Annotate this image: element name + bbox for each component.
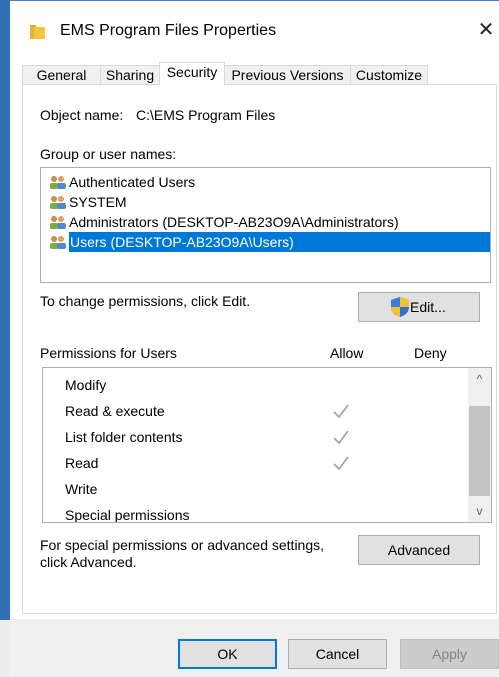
uac-shield-icon (391, 297, 409, 317)
scroll-down-icon[interactable]: v (468, 500, 491, 522)
user-name: Authenticated Users (69, 174, 196, 190)
list-item-administrators[interactable]: Administrators (DESKTOP-AB23O9A\Administ… (45, 212, 490, 232)
permission-row-read: Read (43, 452, 470, 478)
group-user-list[interactable]: Authenticated Users SYSTEM Administrator… (40, 167, 491, 283)
object-name-label: Object name: (40, 107, 124, 123)
background-window-accent (0, 0, 10, 620)
edit-button[interactable]: Edit... (358, 292, 480, 322)
list-item-authenticated-users[interactable]: Authenticated Users (45, 172, 490, 192)
folder-icon (30, 25, 45, 39)
permission-row-special-permissions: Special permissions (43, 504, 470, 523)
group-names-label: Group or user names: (40, 146, 177, 162)
tab-sharing[interactable]: Sharing (100, 65, 160, 84)
users-group-icon (50, 236, 66, 249)
window-title: EMS Program Files Properties (60, 22, 277, 39)
tab-previous-versions[interactable]: Previous Versions (224, 65, 351, 84)
tab-customize[interactable]: Customize (350, 65, 428, 84)
allow-check-icon (333, 404, 349, 419)
deny-column-header: Deny (414, 345, 447, 361)
user-name: Administrators (DESKTOP-AB23O9A\Administ… (69, 214, 399, 230)
permission-name: Special permissions (65, 507, 190, 523)
object-name-value: C:\EMS Program Files (136, 107, 276, 123)
title-bar[interactable]: EMS Program Files Properties ✕ (10, 1, 499, 59)
advanced-hint-line2: click Advanced. (40, 554, 137, 570)
scroll-thumb[interactable] (469, 406, 490, 496)
permission-name: List folder contents (65, 429, 183, 445)
list-item-system[interactable]: SYSTEM (45, 192, 490, 212)
apply-button[interactable]: Apply (400, 639, 499, 669)
list-item-users[interactable]: Users (DESKTOP-AB23O9A\Users) (45, 232, 490, 252)
permissions-list: Modify Read & execute List folder conten… (42, 367, 492, 523)
users-group-icon (50, 216, 66, 229)
user-name: SYSTEM (69, 194, 127, 210)
background-window-edge (0, 0, 10, 677)
cancel-button[interactable]: Cancel (288, 639, 387, 669)
ok-button[interactable]: OK (178, 639, 277, 669)
permission-row-modify: Modify (43, 374, 470, 400)
permission-name: Read & execute (65, 403, 165, 419)
users-group-icon (50, 176, 66, 189)
tab-general[interactable]: General (22, 65, 101, 84)
permission-name: Modify (65, 377, 107, 393)
permission-row-read-execute: Read & execute (43, 400, 470, 426)
tab-security[interactable]: Security (159, 62, 225, 85)
permission-name: Write (65, 481, 98, 497)
allow-column-header: Allow (330, 345, 364, 361)
allow-check-icon (333, 456, 349, 471)
permission-name: Read (65, 455, 99, 471)
change-permissions-hint: To change permissions, click Edit. (40, 293, 251, 309)
tab-bar: General Sharing Security Previous Versio… (22, 62, 497, 85)
close-icon[interactable]: ✕ (475, 19, 497, 41)
advanced-hint-line1: For special permissions or advanced sett… (40, 537, 325, 553)
permissions-scrollbar[interactable]: ^ v (468, 368, 491, 522)
edit-button-label: Edit... (410, 299, 446, 315)
permission-row-list-folder-contents: List folder contents (43, 426, 470, 452)
dialog-footer: OK Cancel Apply (10, 619, 499, 677)
permission-row-write: Write (43, 478, 470, 504)
users-group-icon (50, 196, 66, 209)
permissions-label: Permissions for Users (40, 345, 177, 361)
properties-dialog: EMS Program Files Properties ✕ General S… (10, 1, 499, 677)
user-name: Users (DESKTOP-AB23O9A\Users) (69, 232, 490, 252)
scroll-up-icon[interactable]: ^ (468, 368, 491, 390)
allow-check-icon (333, 430, 349, 445)
advanced-button[interactable]: Advanced (358, 535, 480, 565)
